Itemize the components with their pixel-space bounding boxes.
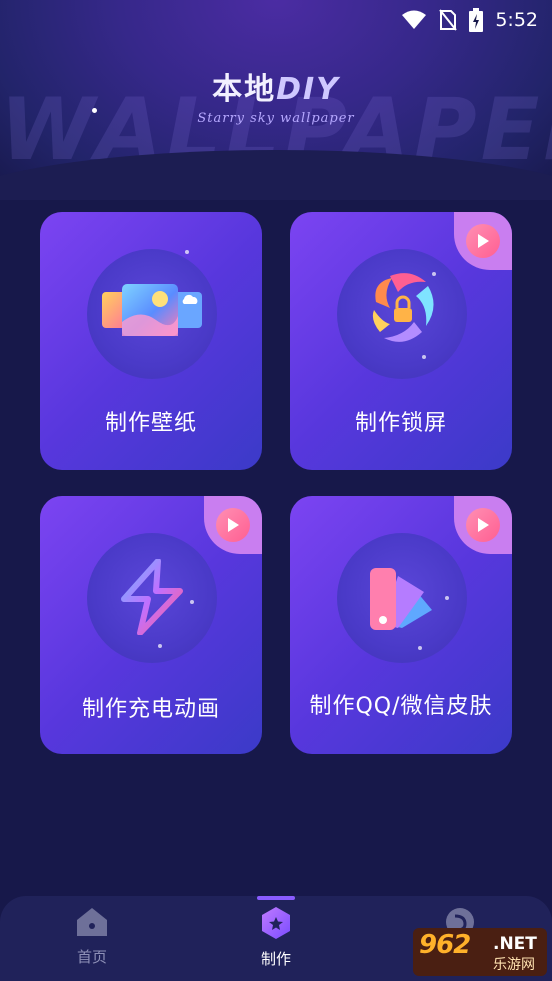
sparkle-decoration [158,644,162,648]
make-lock-screen-card[interactable]: 制作锁屏 [290,212,512,470]
video-badge[interactable] [454,496,512,554]
no-sim-icon [439,9,458,31]
brand-suffix: .NET [493,934,537,954]
video-badge[interactable] [454,212,512,270]
page-title: 本地DIY [0,64,552,108]
make-wallpaper-card[interactable]: 制作壁纸 [40,212,262,470]
video-badge[interactable] [204,496,262,554]
status-bar: 5:52 [0,0,552,40]
page-subtitle: Starry sky wallpaper [197,111,355,126]
card-label: 制作壁纸 [104,411,197,436]
sparkle-decoration [445,596,449,600]
make-star-icon [259,907,293,944]
status-time: 5:52 [495,9,538,31]
sparkle-decoration [190,600,194,604]
brand-site-name: 乐游网 [493,957,535,973]
charging-bolt-icon [118,558,186,639]
color-palette-icon [368,566,434,638]
nav-item-make[interactable]: 制作 [226,906,326,969]
home-icon [75,908,109,942]
page-title-main: 本地 [212,72,277,107]
nav-label-home: 首页 [76,948,107,966]
play-icon [466,508,500,542]
brand-number: 962 [419,930,471,960]
wifi-icon [401,10,427,30]
wallpaper-icon [100,282,204,348]
page-title-accent: DIY [276,72,340,107]
make-charging-animation-card[interactable]: 制作充电动画 [40,496,262,754]
sparkle-decoration [422,355,426,359]
battery-charging-icon [469,8,484,32]
card-label: 制作QQ/微信皮肤 [309,694,493,719]
card-label: 制作充电动画 [81,697,220,722]
play-icon [466,224,500,258]
card-label: 制作锁屏 [354,411,447,436]
brand-watermark-badge: 962 .NET 乐游网 [413,928,547,976]
play-icon [216,508,250,542]
active-tab-indicator [257,896,295,900]
sparkle-decoration [418,646,422,650]
nav-label-make: 制作 [260,950,291,968]
make-qq-wechat-skin-card[interactable]: 制作QQ/微信皮肤 [290,496,512,754]
sparkle-decoration [185,250,189,254]
lock-screen-icon [370,272,436,354]
nav-item-home[interactable]: 首页 [42,906,142,967]
